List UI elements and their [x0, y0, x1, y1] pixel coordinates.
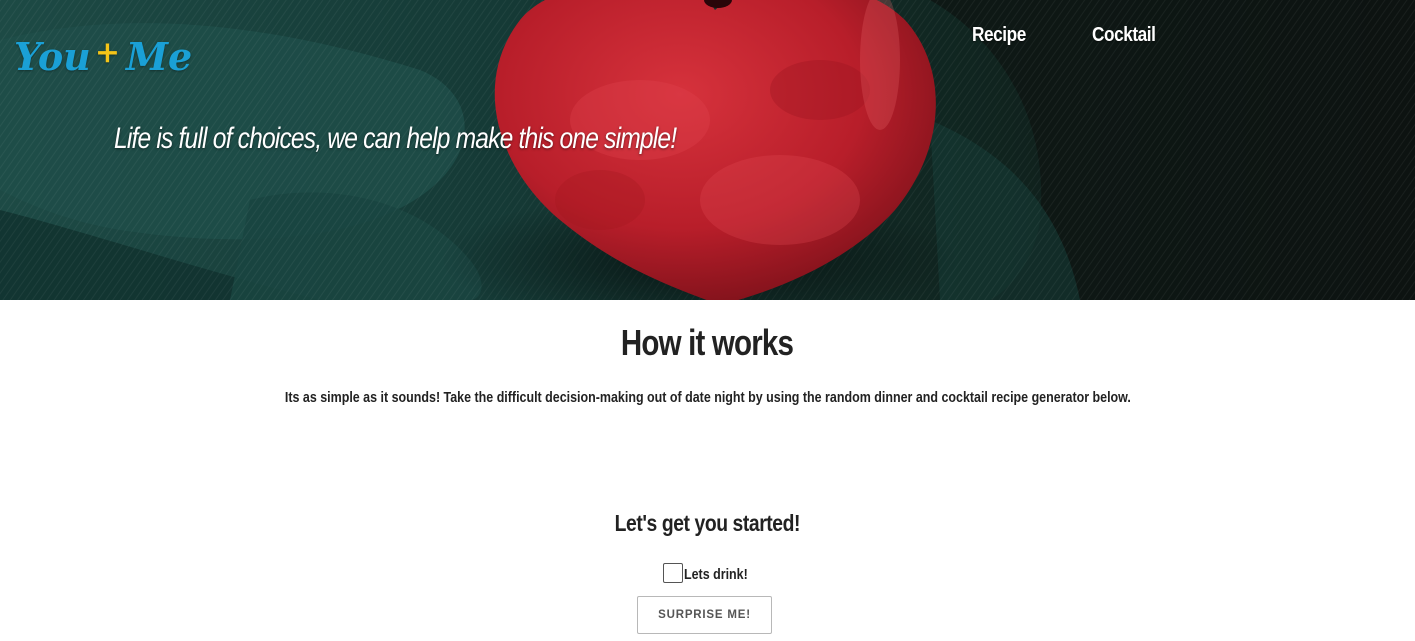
nav-link-cocktail[interactable]: Cocktail: [1092, 24, 1156, 47]
get-started-heading: Let's get you started!: [0, 510, 1415, 537]
lets-drink-checkbox[interactable]: [663, 563, 683, 583]
hero-tagline: Life is full of choices, we can help mak…: [114, 122, 677, 155]
how-it-works-description: Its as simple as it sounds! Take the dif…: [0, 390, 1415, 406]
main-nav: Recipe Cocktail: [0, 24, 1415, 54]
how-it-works-heading-text: How it works: [621, 322, 794, 363]
how-it-works-description-text: Its as simple as it sounds! Take the dif…: [284, 390, 1131, 406]
drink-option: Lets drink!: [663, 561, 758, 583]
surprise-me-button[interactable]: SURPRISE ME!: [637, 596, 772, 634]
lets-drink-label[interactable]: Lets drink!: [684, 567, 748, 583]
how-it-works-heading: How it works: [0, 322, 1415, 364]
nav-link-recipe[interactable]: Recipe: [972, 24, 1026, 47]
get-started-heading-text: Let's get you started!: [614, 510, 801, 536]
hero-banner: You + Me Recipe Cocktail Life is full of c…: [0, 0, 1415, 300]
